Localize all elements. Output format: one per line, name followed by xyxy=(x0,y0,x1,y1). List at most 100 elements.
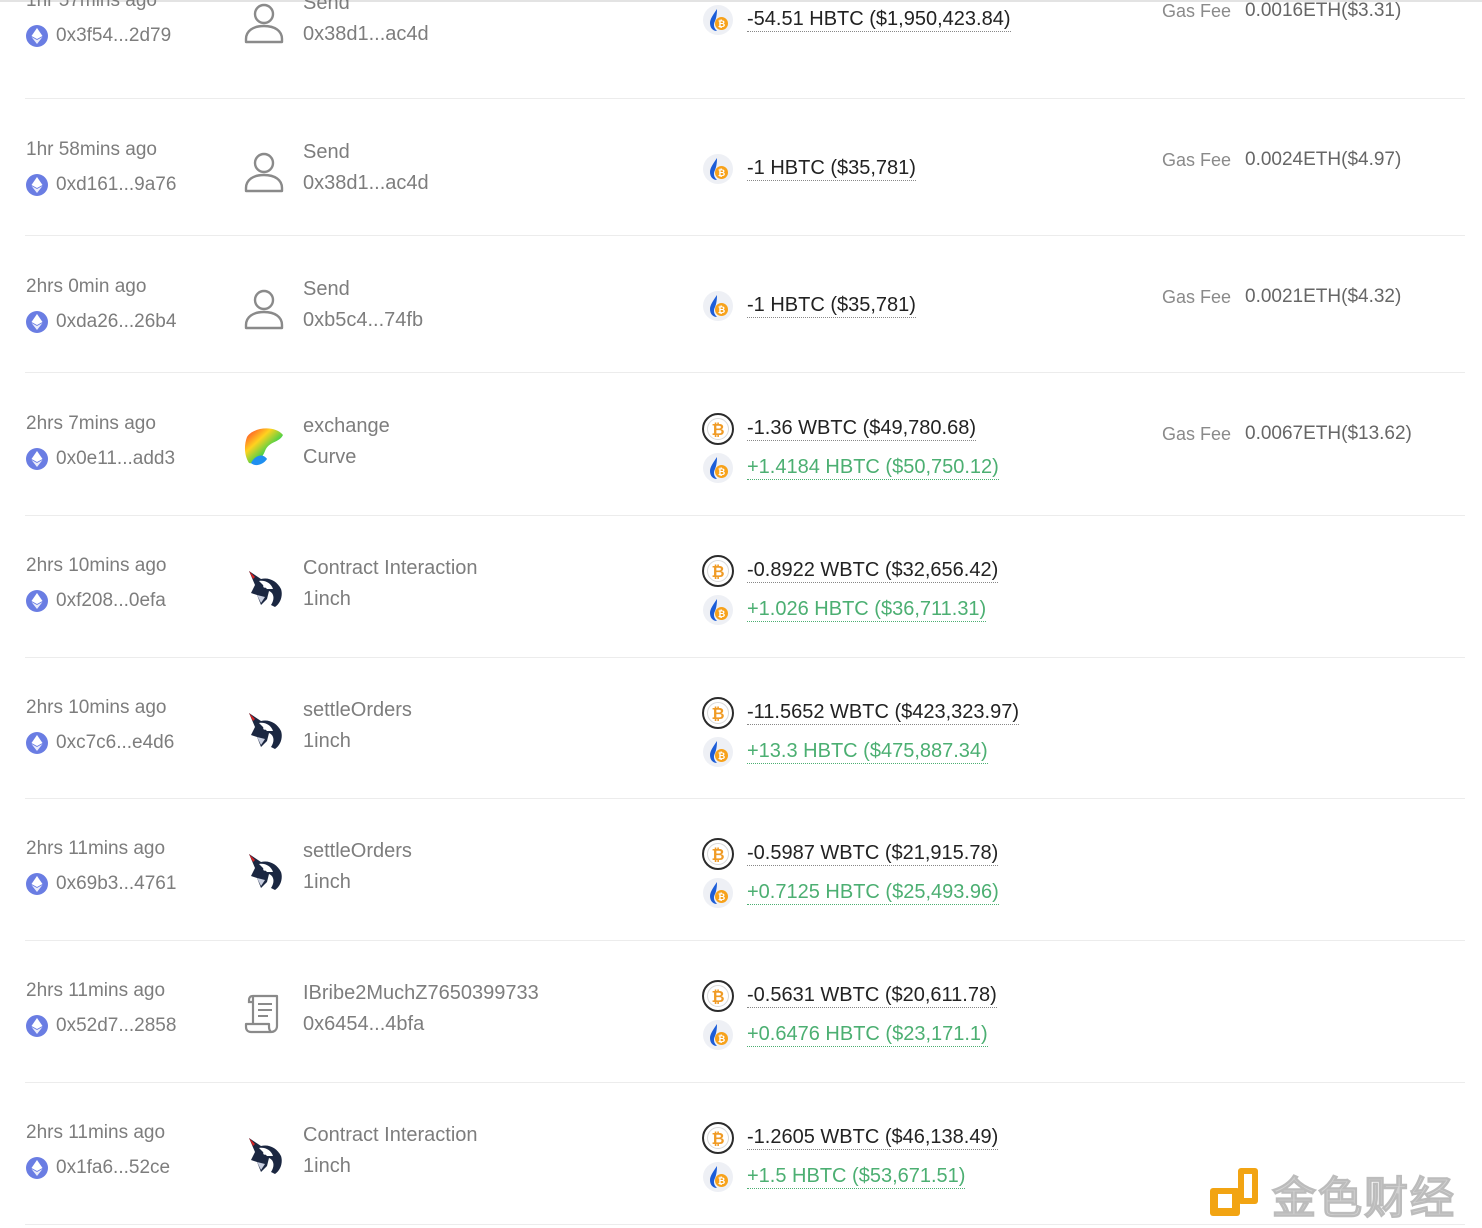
tx-time: 2hrs 10mins ago xyxy=(26,697,167,718)
tx-counterparty-link[interactable]: 0x38d1...ac4d xyxy=(303,172,429,195)
token-amount: -54.51 HBTC ($1,950,423.84) xyxy=(747,8,1011,32)
tx-counterparty-link[interactable]: Curve xyxy=(303,446,356,469)
transaction-row[interactable]: 2hrs 10mins ago 0xc7c6...e4d6 settleOrders… xyxy=(25,695,1465,799)
person-icon xyxy=(239,147,289,197)
1inch-unicorn-icon xyxy=(239,705,289,755)
tx-counterparty-link[interactable]: 0x6454...4bfa xyxy=(303,1013,424,1036)
tx-counterparty-link[interactable]: 0xb5c4...74fb xyxy=(303,309,423,332)
tx-hash-text: 0x52d7...2858 xyxy=(56,1015,177,1036)
token-amount: -0.8922 WBTC ($32,656.42) xyxy=(747,559,999,583)
person-icon xyxy=(239,0,289,48)
tx-method: Contract Interaction xyxy=(303,557,478,579)
transaction-row[interactable]: 2hrs 7mins ago 0x0e11...add3 exchange Curve… xyxy=(25,411,1465,516)
tx-hash-link[interactable]: 0xc7c6...e4d6 xyxy=(26,732,174,754)
token-transfer[interactable]: ₿ +1.4184 HBTC ($50,750.12) xyxy=(702,452,999,484)
wbtc-token-icon: ₿ xyxy=(702,697,734,729)
transaction-row[interactable]: 2hrs 0min ago 0xda26...26b4 Send 0xb5c4...7… xyxy=(25,274,1465,373)
svg-text:₿: ₿ xyxy=(718,892,725,903)
token-amount: -1 HBTC ($35,781) xyxy=(747,294,916,318)
hbtc-token-icon: ₿ xyxy=(702,4,734,36)
contract-scroll-icon xyxy=(239,988,289,1038)
ethereum-icon xyxy=(26,174,48,196)
1inch-unicorn-icon xyxy=(239,1130,289,1180)
token-amount: -0.5631 WBTC ($20,611.78) xyxy=(747,984,997,1008)
token-amount: -1.36 WBTC ($49,780.68) xyxy=(747,417,976,441)
svg-text:₿: ₿ xyxy=(718,751,725,762)
tx-counterparty-link[interactable]: 1inch xyxy=(303,730,351,753)
ethereum-icon xyxy=(26,311,48,333)
transaction-row[interactable]: 2hrs 10mins ago 0xf208...0efa Contract Int… xyxy=(25,553,1465,658)
tx-hash-link[interactable]: 0x52d7...2858 xyxy=(26,1015,176,1037)
tx-hash-text: 0xf208...0efa xyxy=(56,590,166,611)
wbtc-token-icon: ₿ xyxy=(702,980,734,1012)
tx-hash-text: 0x3f54...2d79 xyxy=(56,25,172,46)
tx-method: settleOrders xyxy=(303,840,412,862)
svg-text:₿: ₿ xyxy=(711,420,724,439)
wbtc-token-icon: ₿ xyxy=(702,1122,734,1154)
jinse-logo-icon xyxy=(1208,1166,1262,1223)
token-amount: -1 HBTC ($35,781) xyxy=(747,157,916,181)
tx-method: Contract Interaction xyxy=(303,1124,478,1146)
token-transfer[interactable]: ₿ +1.026 HBTC ($36,711.31) xyxy=(702,594,987,626)
token-transfer[interactable]: ₿ -11.5652 WBTC ($423,323.97) xyxy=(702,697,1020,729)
token-amount: +1.4184 HBTC ($50,750.12) xyxy=(747,456,999,480)
tx-hash-link[interactable]: 0x3f54...2d79 xyxy=(26,25,171,47)
hbtc-token-icon: ₿ xyxy=(702,736,734,768)
token-amount: -0.5987 WBTC ($21,915.78) xyxy=(747,842,999,866)
tx-method: exchange xyxy=(303,415,390,437)
tx-hash-link[interactable]: 0x69b3...4761 xyxy=(26,873,176,895)
token-transfer[interactable]: ₿ +0.6476 HBTC ($23,171.1) xyxy=(702,1019,988,1051)
token-transfer[interactable]: ₿ -1.36 WBTC ($49,780.68) xyxy=(702,413,976,445)
tx-time: 2hrs 11mins ago xyxy=(26,1122,166,1143)
tx-method: settleOrders xyxy=(303,699,412,721)
wbtc-token-icon: ₿ xyxy=(702,838,734,870)
tx-hash-link[interactable]: 0xda26...26b4 xyxy=(26,311,176,333)
watermark-text: 金色财经 xyxy=(1272,1173,1456,1225)
tx-hash-text: 0xc7c6...e4d6 xyxy=(56,732,175,753)
svg-text:₿: ₿ xyxy=(711,562,724,581)
tx-time: 2hrs 11mins ago xyxy=(26,980,166,1001)
1inch-unicorn-icon xyxy=(239,563,289,613)
svg-text:₿: ₿ xyxy=(718,467,725,478)
token-transfer[interactable]: ₿ +13.3 HBTC ($475,887.34) xyxy=(702,736,988,768)
token-amount: -1.2605 WBTC ($46,138.49) xyxy=(747,1126,999,1150)
tx-hash-text: 0xd161...9a76 xyxy=(56,174,177,195)
tx-counterparty-link[interactable]: 1inch xyxy=(303,1155,351,1178)
1inch-unicorn-icon xyxy=(239,846,289,896)
token-transfer[interactable]: ₿ -0.5987 WBTC ($21,915.78) xyxy=(702,838,999,870)
tx-hash-link[interactable]: 0x1fa6...52ce xyxy=(26,1157,170,1179)
gas-fee-value: 0.0021ETH($4.32) xyxy=(1245,286,1402,307)
gas-fee-label: Gas Fee xyxy=(1162,424,1232,444)
token-transfer[interactable]: ₿ -1.2605 WBTC ($46,138.49) xyxy=(702,1122,999,1154)
token-transfer[interactable]: ₿ -0.5631 WBTC ($20,611.78) xyxy=(702,980,997,1012)
hbtc-token-icon: ₿ xyxy=(702,877,734,909)
hbtc-token-icon: ₿ xyxy=(702,1161,734,1193)
tx-counterparty-link[interactable]: 1inch xyxy=(303,871,351,894)
token-transfer[interactable]: ₿ -0.8922 WBTC ($32,656.42) xyxy=(702,555,999,587)
transaction-row[interactable]: 2hrs 11mins ago 0x52d7...2858 IBribe2MuchZ… xyxy=(25,978,1465,1083)
wbtc-token-icon: ₿ xyxy=(702,555,734,587)
token-transfer[interactable]: ₿ +1.5 HBTC ($53,671.51) xyxy=(702,1161,966,1193)
tx-hash-text: 0x1fa6...52ce xyxy=(56,1157,171,1178)
token-transfer[interactable]: ₿ +0.7125 HBTC ($25,493.96) xyxy=(702,877,999,909)
tx-counterparty-link[interactable]: 0x38d1...ac4d xyxy=(303,23,429,46)
wbtc-token-icon: ₿ xyxy=(702,413,734,445)
tx-time: 2hrs 11mins ago xyxy=(26,838,166,859)
tx-hash-link[interactable]: 0x0e11...add3 xyxy=(26,448,175,470)
ethereum-icon xyxy=(26,873,48,895)
tx-time: 1hr 57mins ago xyxy=(26,0,157,11)
hbtc-token-icon: ₿ xyxy=(702,594,734,626)
svg-text:₿: ₿ xyxy=(718,19,725,30)
tx-counterparty-link[interactable]: 1inch xyxy=(303,588,351,611)
token-transfer[interactable]: ₿ -1 HBTC ($35,781) xyxy=(702,153,916,185)
token-transfer[interactable]: ₿ -54.51 HBTC ($1,950,423.84) xyxy=(702,4,1011,36)
transaction-row[interactable]: 1hr 57mins ago 0x3f54...2d79 Send 0x38d1...… xyxy=(25,0,1465,99)
svg-text:₿: ₿ xyxy=(711,704,724,723)
token-transfer[interactable]: ₿ -1 HBTC ($35,781) xyxy=(702,290,916,322)
tx-hash-text: 0x69b3...4761 xyxy=(56,873,177,894)
transaction-row[interactable]: 1hr 58mins ago 0xd161...9a76 Send 0x38d1...… xyxy=(25,137,1465,236)
transaction-row[interactable]: 2hrs 11mins ago 0x69b3...4761 settleOrders… xyxy=(25,836,1465,941)
tx-hash-link[interactable]: 0xf208...0efa xyxy=(26,590,166,612)
tx-hash-link[interactable]: 0xd161...9a76 xyxy=(26,174,176,196)
svg-text:₿: ₿ xyxy=(718,609,725,620)
